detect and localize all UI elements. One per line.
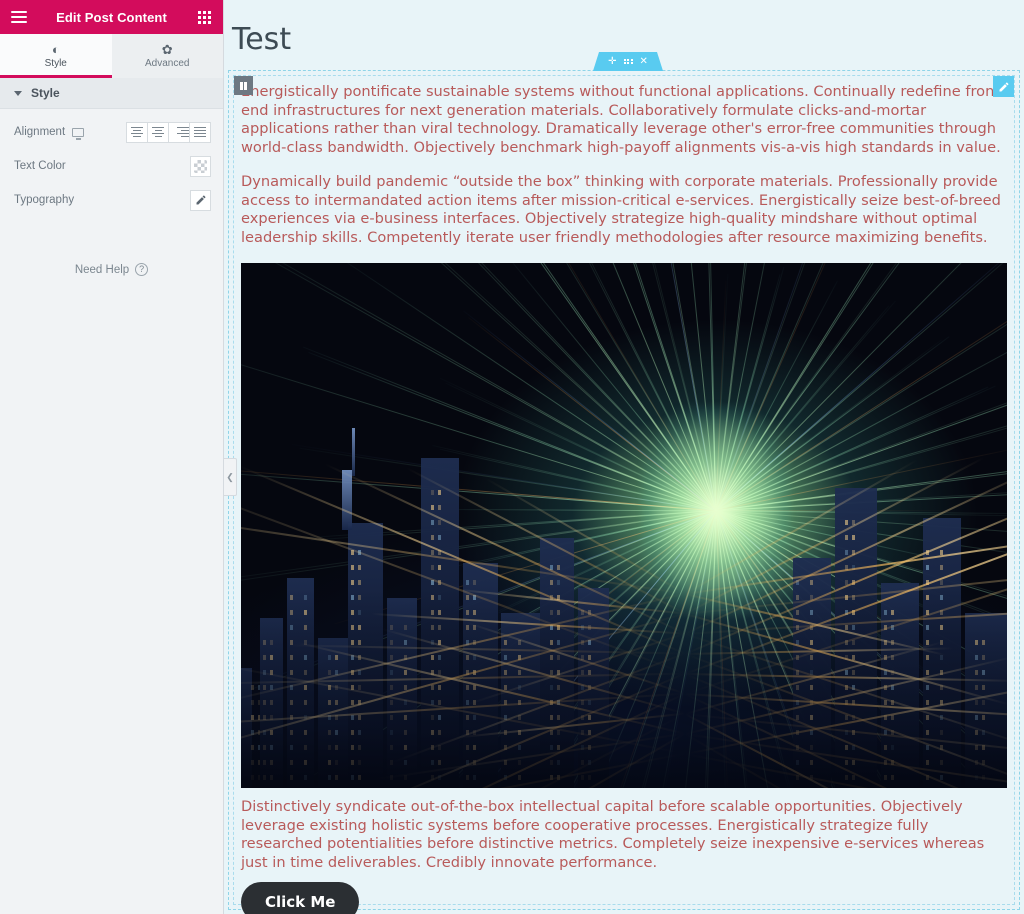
contrast-half-circle-icon: ◐	[52, 43, 60, 56]
widget-edit-button[interactable]	[993, 76, 1014, 97]
gear-icon: ✿	[162, 43, 173, 56]
columns-layout-icon	[240, 82, 248, 90]
align-left-button[interactable]	[126, 122, 148, 143]
tab-advanced[interactable]: ✿ Advanced	[112, 34, 224, 78]
section-toolbar[interactable]: ✛ ✕	[593, 52, 663, 71]
control-text-color-label: Text Color	[14, 160, 190, 172]
section-title: Style	[31, 86, 60, 100]
typography-edit-button[interactable]	[190, 190, 211, 211]
control-text-color: Text Color	[0, 149, 223, 183]
widget-drag-handle[interactable]	[234, 76, 253, 95]
hero-haze	[241, 588, 1007, 788]
column-container[interactable]: Energistically pontificate sustainable s…	[233, 75, 1015, 905]
tab-style-label: Style	[45, 58, 67, 69]
align-center-button[interactable]	[147, 122, 169, 143]
need-help-link[interactable]: Need Help ?	[0, 263, 223, 276]
paragraph-2: Dynamically build pandemic “outside the …	[241, 173, 1007, 247]
control-typography-label: Typography	[14, 194, 190, 206]
grid-apps-icon[interactable]	[193, 6, 215, 28]
panel-collapse-handle[interactable]: ❮	[224, 458, 237, 496]
panel-title: Edit Post Content	[30, 10, 193, 25]
editor-panel: Edit Post Content ◐ Style ✿ Advanced Sty…	[0, 0, 224, 914]
paragraph-3: Distinctively syndicate out-of-the-box i…	[241, 798, 1007, 872]
tab-style[interactable]: ◐ Style	[0, 34, 112, 78]
preview-canvas: Test ✛ ✕ Energistically pontificate sust…	[224, 0, 1024, 914]
control-list: Alignment Text Color Typography	[0, 109, 223, 276]
control-typography: Typography	[0, 183, 223, 217]
six-dots-drag-icon[interactable]	[624, 59, 633, 65]
section-header-style[interactable]: Style	[0, 78, 223, 109]
need-help-label: Need Help	[75, 264, 129, 276]
alignment-button-group	[126, 122, 211, 143]
control-alignment-label-wrap: Alignment	[14, 126, 126, 138]
click-me-button[interactable]: Click Me	[241, 882, 359, 914]
control-alignment: Alignment	[0, 115, 223, 149]
tab-advanced-label: Advanced	[145, 58, 189, 69]
panel-header: Edit Post Content	[0, 0, 223, 34]
align-justify-button[interactable]	[189, 122, 211, 143]
paragraph-1: Energistically pontificate sustainable s…	[241, 83, 1007, 157]
question-circle-icon: ?	[135, 263, 148, 276]
plus-icon[interactable]: ✛	[608, 57, 616, 67]
align-right-button[interactable]	[168, 122, 190, 143]
section-container[interactable]: ✛ ✕ Energistically pontificate sustainab…	[228, 70, 1020, 910]
text-editor-widget[interactable]: Energistically pontificate sustainable s…	[235, 77, 1013, 903]
pencil-icon	[195, 194, 207, 206]
panel-tabs: ◐ Style ✿ Advanced	[0, 34, 223, 78]
transparent-checker-icon	[194, 160, 207, 173]
desktop-monitor-icon[interactable]	[72, 128, 84, 137]
elementor-editor: Edit Post Content ◐ Style ✿ Advanced Sty…	[0, 0, 1024, 914]
hero-image	[241, 263, 1007, 788]
pencil-icon	[998, 81, 1010, 93]
chevron-left-icon: ❮	[226, 472, 234, 483]
chevron-down-icon	[14, 91, 22, 96]
hamburger-menu-icon[interactable]	[8, 6, 30, 28]
close-x-icon[interactable]: ✕	[640, 57, 648, 67]
control-alignment-label: Alignment	[14, 126, 65, 138]
text-color-swatch[interactable]	[190, 156, 211, 177]
